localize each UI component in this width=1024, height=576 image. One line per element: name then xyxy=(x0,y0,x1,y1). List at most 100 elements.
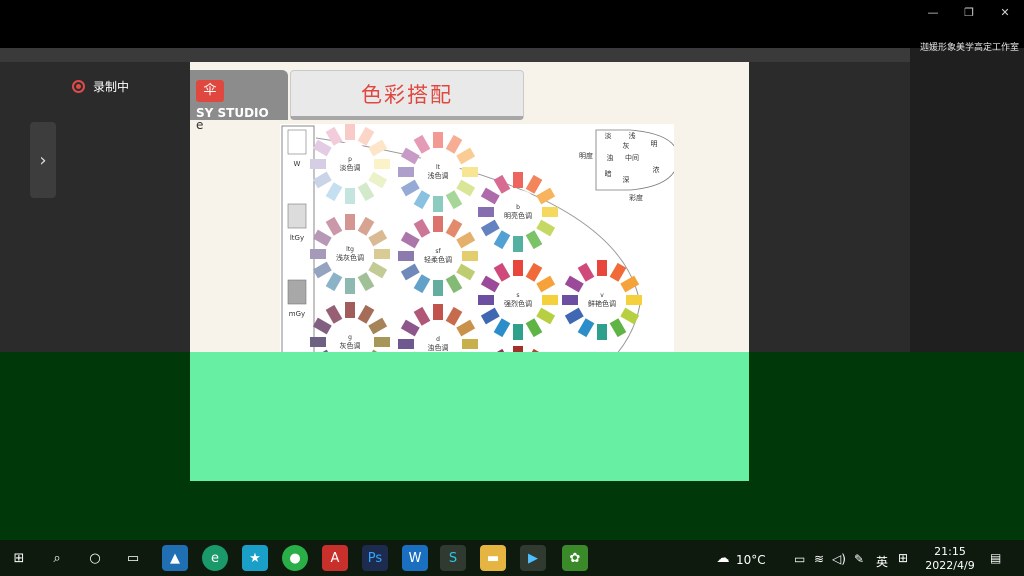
wheel-v-petal xyxy=(609,262,627,282)
start-button[interactable]: ⊞ xyxy=(6,545,32,571)
ime-indicator[interactable]: 英 xyxy=(876,553,888,570)
wheel-s-petal xyxy=(493,318,511,338)
wheel-lt-petal xyxy=(413,190,431,210)
wheel-g-petal xyxy=(345,302,355,318)
taskbar-app-video[interactable]: ▶ xyxy=(520,545,546,571)
wheel-b-petal xyxy=(525,174,543,194)
volume-icon[interactable]: ◁) xyxy=(832,552,846,566)
wheel-b-petal xyxy=(513,236,523,252)
wechat-icon: ● xyxy=(289,550,301,566)
photos-icon: ▲ xyxy=(170,550,180,566)
close-button[interactable]: ✕ xyxy=(992,4,1018,22)
wheel-b-petal xyxy=(536,187,556,205)
recording-indicator[interactable]: 录制中 xyxy=(72,78,129,95)
taskbar-app-edge[interactable]: e xyxy=(202,545,228,571)
taskbar-app-explorer[interactable]: ▬ xyxy=(480,545,506,571)
wheel-ltg-petal xyxy=(357,272,375,292)
taskbar-app-word[interactable]: W xyxy=(402,545,428,571)
top-diagram-word: 明 xyxy=(651,140,658,148)
folder-icon: ▬ xyxy=(486,550,500,566)
wheel-s-petal xyxy=(536,275,556,293)
wheel-v-petal xyxy=(577,262,595,282)
taskbar-app-pdf[interactable]: A xyxy=(322,545,348,571)
clock-date: 2022/4/9 xyxy=(925,559,975,572)
weather-icon-wrap[interactable]: ☁ xyxy=(710,545,736,571)
wheel-d-petal xyxy=(462,339,478,349)
wheel-b-name: 明亮色调 xyxy=(504,211,532,220)
neutral-swatch-mGy xyxy=(287,279,307,305)
studio-name: SY STUDIO xyxy=(196,106,269,120)
wheel-d-petal xyxy=(456,319,476,337)
wheel-ltg-petal xyxy=(374,249,390,259)
wifi-icon[interactable]: ≋ xyxy=(814,552,824,566)
wheel-p-petal xyxy=(357,126,375,146)
wheel-d-petal xyxy=(400,319,420,337)
wheel-v-petal xyxy=(577,318,595,338)
taskbar-app-photoshop[interactable]: Ps xyxy=(362,545,388,571)
taskbar-app-wechat[interactable]: ● xyxy=(282,545,308,571)
wheel-ltg-petal xyxy=(325,272,343,292)
weather-temp[interactable]: 10°C xyxy=(736,553,766,567)
expand-sidebar-button[interactable]: › xyxy=(30,122,56,198)
wheel-p-petal xyxy=(312,171,332,189)
taskbar-app-meeting[interactable]: S xyxy=(440,545,466,571)
wheel-s-petal xyxy=(513,324,523,340)
wheel-g-code: g xyxy=(348,334,352,341)
wheel-p-petal xyxy=(310,159,326,169)
search-button[interactable]: ⌕ xyxy=(44,545,70,571)
wheel-s-petal xyxy=(525,262,543,282)
wheel-p-petal xyxy=(325,126,343,146)
neutral-label-mGy: mGy xyxy=(289,310,305,318)
wheel-lt-petal xyxy=(398,167,414,177)
wheel-ltg-code: ltg xyxy=(346,246,354,253)
participant-video-panel[interactable] xyxy=(910,48,1024,352)
cortana-button[interactable]: ○ xyxy=(82,545,108,571)
task-view-button[interactable]: ▭ xyxy=(120,545,146,571)
wheel-ltg-petal xyxy=(357,216,375,236)
wheel-sf-petal xyxy=(400,231,420,249)
wheel-lt-petal xyxy=(400,179,420,197)
taskbar-app-photos[interactable]: ▲ xyxy=(162,545,188,571)
wheel-lt-petal xyxy=(433,132,443,148)
clock-time: 21:15 xyxy=(934,545,966,558)
photoshop-icon: Ps xyxy=(367,550,383,566)
wheel-g-petal xyxy=(357,304,375,324)
top-diagram-word: 灰 xyxy=(623,141,630,150)
wheel-sf-petal xyxy=(445,218,463,238)
wheel-sf-petal xyxy=(413,274,431,294)
wheel-s-petal xyxy=(542,295,558,305)
pen-icon[interactable]: ✎ xyxy=(854,552,864,566)
wheel-v-petal xyxy=(597,324,607,340)
wheel-g-petal xyxy=(368,317,388,335)
notification-icon[interactable]: ▤ xyxy=(990,551,1001,565)
slide-title-tab: 色彩搭配 xyxy=(290,70,524,120)
taskbar-app-star[interactable]: ★ xyxy=(242,545,268,571)
wheel-ltg-petal xyxy=(312,229,332,247)
taskbar-app-game[interactable]: ✿ xyxy=(562,545,588,571)
video-icon: ▶ xyxy=(528,550,538,566)
logo-tab: 伞 SY STUDIO xyxy=(190,70,288,120)
clock[interactable]: 21:15 2022/4/9 xyxy=(922,545,978,573)
wheel-b-code: b xyxy=(516,204,520,211)
wheel-s-code: s xyxy=(516,292,519,299)
wheel-b-petal xyxy=(525,230,543,250)
wheel-p-petal xyxy=(345,188,355,204)
wheel-p-petal xyxy=(368,139,388,157)
wheel-ltg-name: 浅灰色调 xyxy=(336,253,364,262)
logo-icon: 伞 xyxy=(196,80,224,102)
wheel-d-code: d xyxy=(436,336,440,343)
wheel-p-petal xyxy=(325,182,343,202)
wheel-ltg-petal xyxy=(312,261,332,279)
top-diagram-axis: 明度 xyxy=(579,151,593,160)
wheel-s-petal xyxy=(480,275,500,293)
slide-title: 色彩搭配 xyxy=(361,82,453,107)
restore-button[interactable]: ❐ xyxy=(956,4,982,22)
battery-icon[interactable]: ▭ xyxy=(794,552,805,566)
wheel-ltg-petal xyxy=(325,216,343,236)
wheel-sf-petal xyxy=(413,218,431,238)
wheel-v-petal xyxy=(564,307,584,325)
minimize-button[interactable]: — xyxy=(920,4,946,22)
wheel-sf-name: 轻柔色调 xyxy=(424,255,452,264)
keyboard-icon[interactable]: ⊞ xyxy=(898,551,908,565)
top-diagram-word: 淡 xyxy=(605,132,612,140)
